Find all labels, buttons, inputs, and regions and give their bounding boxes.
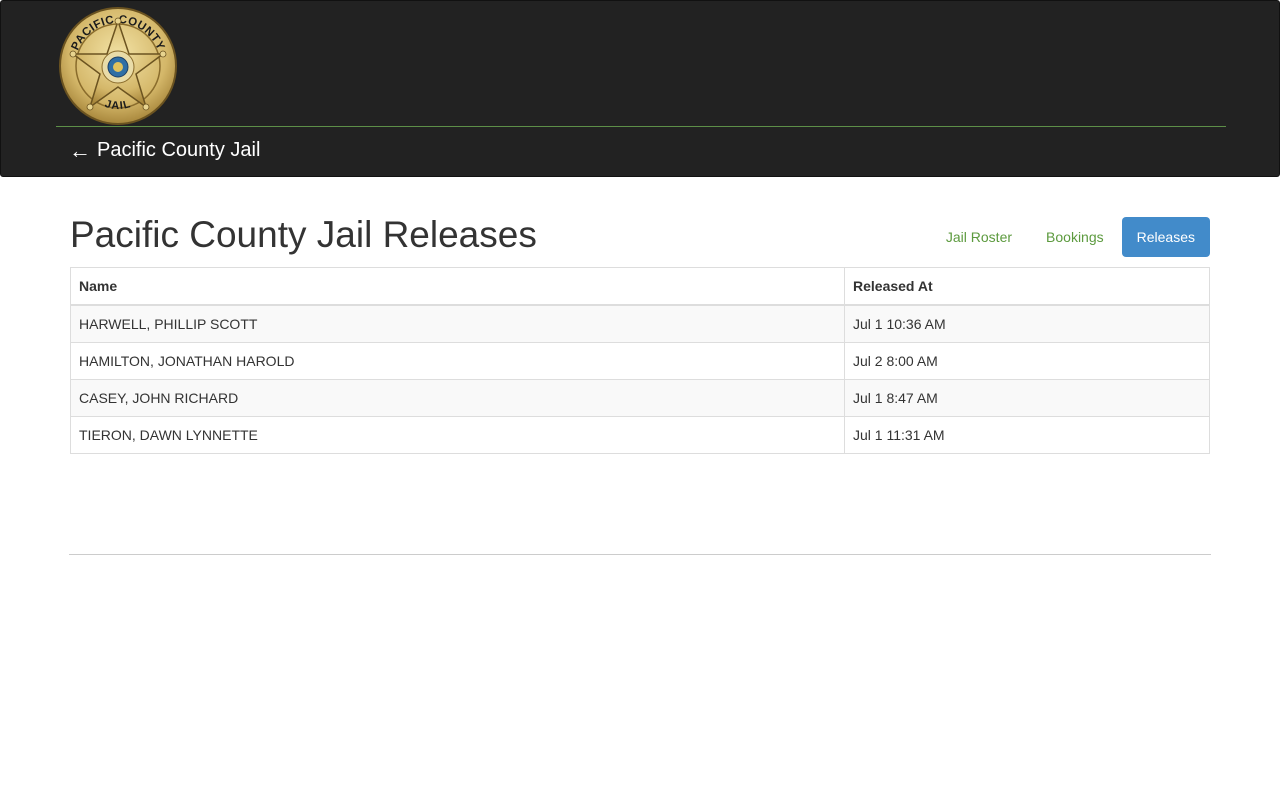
column-header-name[interactable]: Name xyxy=(70,267,845,306)
release-time: Jul 1 8:47 AM xyxy=(844,379,1210,417)
footer-divider xyxy=(69,554,1211,555)
table-row[interactable]: HARWELL, PHILLIP SCOTT Jul 1 10:36 AM xyxy=(70,304,1210,343)
table-row[interactable]: HAMILTON, JONATHAN HAROLD Jul 2 8:00 AM xyxy=(70,342,1210,380)
release-time: Jul 1 11:31 AM xyxy=(844,416,1210,454)
nav-jail-roster[interactable]: Jail Roster xyxy=(930,217,1028,257)
releases-table: Name Released At HARWELL, PHILLIP SCOTT … xyxy=(70,267,1210,454)
release-name: TIERON, DAWN LYNNETTE xyxy=(70,416,845,454)
release-name: HAMILTON, JONATHAN HAROLD xyxy=(70,342,845,380)
release-name: HARWELL, PHILLIP SCOTT xyxy=(70,304,845,343)
logo-bottom-text: JAIL xyxy=(103,98,131,112)
table-row[interactable]: CASEY, JOHN RICHARD Jul 1 8:47 AM xyxy=(70,379,1210,417)
nav-bookings[interactable]: Bookings xyxy=(1030,217,1120,257)
table-header-row: Name Released At xyxy=(70,267,1210,306)
header-divider xyxy=(56,126,1226,127)
sheriff-star-badge-icon[interactable]: PACIFIC COUNTY JAIL xyxy=(57,5,179,127)
left-arrow-icon: ← xyxy=(69,137,91,163)
nav-pills: Jail Roster Bookings Releases xyxy=(930,217,1210,257)
release-name: CASEY, JOHN RICHARD xyxy=(70,379,845,417)
table-row[interactable]: TIERON, DAWN LYNNETTE Jul 1 11:31 AM xyxy=(70,416,1210,454)
nav-releases[interactable]: Releases xyxy=(1121,217,1210,257)
page-title: Pacific County Jail Releases xyxy=(70,214,537,255)
back-link-label: Pacific County Jail xyxy=(97,139,261,161)
column-header-released-at[interactable]: Released At xyxy=(844,267,1210,306)
svg-text:JAIL: JAIL xyxy=(103,98,132,112)
release-time: Jul 2 8:00 AM xyxy=(844,342,1210,380)
site-header: PACIFIC COUNTY JAIL ← Pacific County Jai… xyxy=(0,0,1280,177)
release-time: Jul 1 10:36 AM xyxy=(844,304,1210,343)
back-link-pacific-county-jail[interactable]: ← Pacific County Jail xyxy=(69,139,260,162)
